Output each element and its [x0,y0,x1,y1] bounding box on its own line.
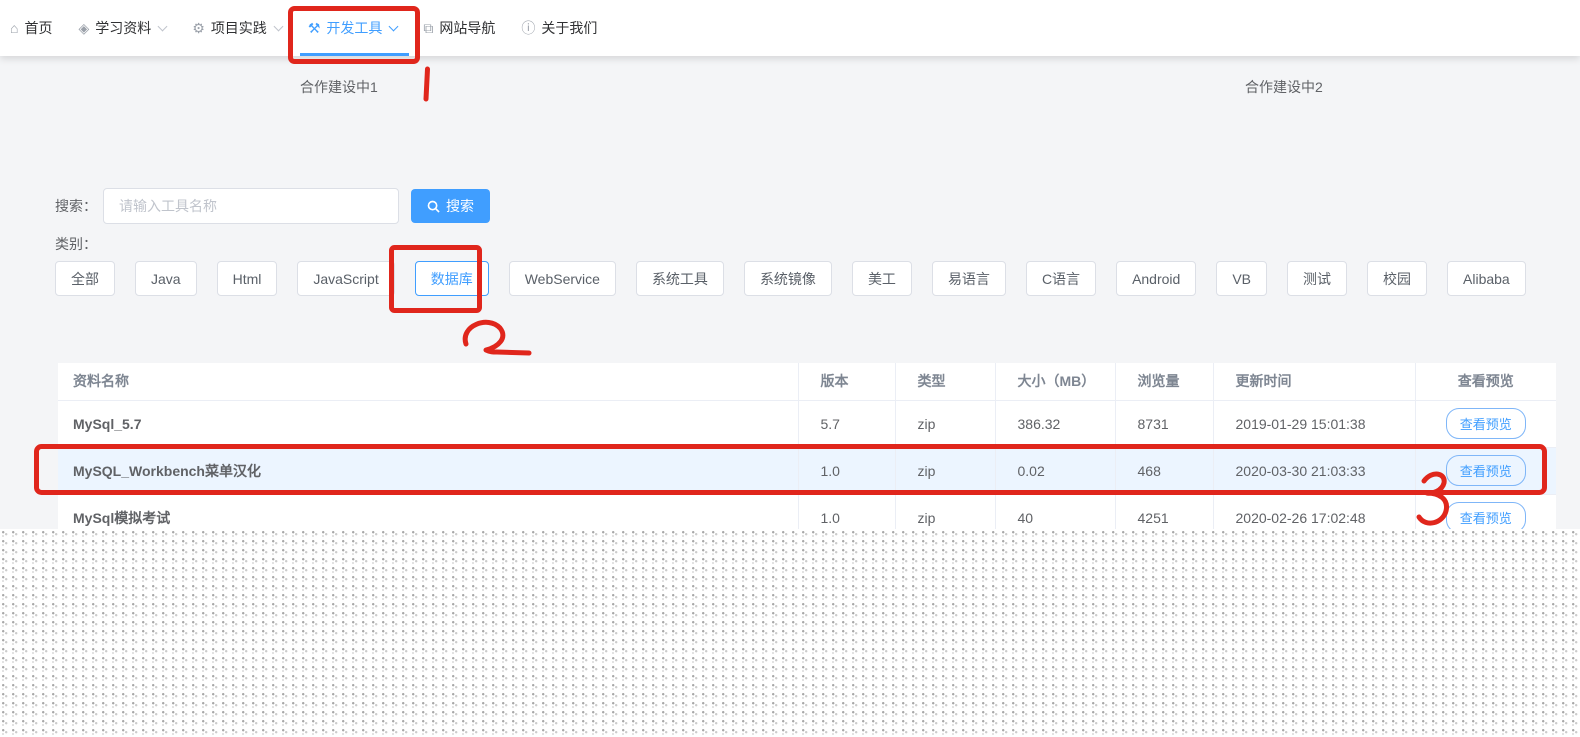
nav-item-label: 开发工具 [326,20,383,36]
chevron-down-icon [388,21,399,31]
category-button-java[interactable]: Java [135,261,197,296]
category-button-test[interactable]: 测试 [1287,261,1348,296]
table-row-highlighted[interactable]: MySQL_Workbench菜单汉化 1.0 zip 0.02 468 202… [58,447,1556,495]
nav-item-label: 首页 [24,20,53,36]
cell-size: 386.32 [995,400,1116,448]
cell-name: MySql_5.7 [58,400,799,448]
table-header-row: 资料名称 版本 类型 大小（MB） 浏览量 更新时间 查看预览 [58,363,1556,401]
category-button-database[interactable]: 数据库 [414,261,489,296]
cell-size: 40 [995,494,1116,529]
resources-table: 资料名称 版本 类型 大小（MB） 浏览量 更新时间 查看预览 MySql_5.… [58,363,1556,529]
search-button[interactable]: 搜索 [411,189,490,223]
home-icon: ⌂ [10,20,19,36]
transparent-canvas-pattern [0,529,1580,737]
search-label: 搜索： [55,198,97,214]
category-button-system-tools[interactable]: 系统工具 [635,261,724,296]
cell-type: zip [895,447,996,495]
category-label: 类别： [55,236,97,252]
about-icon: ⓘ [521,20,536,36]
col-header-type: 类型 [895,363,996,401]
cell-type: zip [895,494,996,529]
tools-icon: ⚒ [307,19,321,36]
search-bar: 搜索： 搜索 [55,188,490,224]
cell-views: 8731 [1115,400,1214,448]
category-button-vb[interactable]: VB [1216,261,1268,296]
col-header-name: 资料名称 [58,363,799,401]
category-button-webservice[interactable]: WebService [508,261,616,296]
banner-under-construction-1: 合作建设中1 [300,79,378,95]
webpage-screenshot: ⌂ 首页 ◈ 学习资料 ⚙ 项目实践 ⚒ 开发工具 ⧉ 网站导航 ⓘ 关于我们 … [0,0,1580,529]
nav-item-label: 项目实践 [210,20,267,36]
cell-updated: 2019-01-29 15:01:38 [1213,400,1416,448]
nav-item-dev-tools[interactable]: ⚒ 开发工具 [299,0,409,56]
cell-views: 468 [1115,447,1214,495]
col-header-updated: 更新时间 [1213,363,1416,401]
preview-button[interactable]: 查看预览 [1445,408,1526,439]
nav-item-about-us[interactable]: ⓘ 关于我们 [521,0,597,56]
cell-name: MySql模拟考试 [58,494,799,529]
col-header-views: 浏览量 [1115,363,1214,401]
nav-item-site-nav[interactable]: ⧉ 网站导航 [423,0,495,56]
category-button-alibaba[interactable]: Alibaba [1447,261,1526,296]
search-button-label: 搜索 [446,198,474,214]
nav-item-label: 学习资料 [95,20,152,36]
chevron-down-icon [273,21,284,31]
search-icon [427,200,440,213]
cell-version: 1.0 [798,447,896,495]
category-button-art[interactable]: 美工 [851,261,912,296]
preview-button[interactable]: 查看预览 [1445,502,1526,529]
cell-size: 0.02 [995,447,1116,495]
study-icon: ◈ [78,19,90,36]
nav-item-home[interactable]: ⌂ 首页 [10,0,52,56]
table-row[interactable]: MySql_5.7 5.7 zip 386.32 8731 2019-01-29… [58,400,1556,448]
table-row[interactable]: MySql模拟考试 1.0 zip 40 4251 2020-02-26 17:… [58,494,1556,529]
category-button-html[interactable]: Html [216,261,278,296]
cell-type: zip [895,400,996,448]
project-icon: ⚙ [192,19,205,36]
category-button-system-image[interactable]: 系统镜像 [743,261,832,296]
col-header-preview: 查看预览 [1415,363,1556,401]
category-button-c-language[interactable]: C语言 [1025,261,1097,296]
cell-updated: 2020-03-30 21:03:33 [1213,447,1416,495]
category-filter-row: 全部 Java Html JavaScript 数据库 WebService 系… [55,261,1526,296]
category-button-all[interactable]: 全部 [55,261,115,296]
sitenav-icon: ⧉ [423,19,434,36]
cell-updated: 2020-02-26 17:02:48 [1213,494,1416,529]
banner-under-construction-2: 合作建设中2 [1245,79,1323,95]
category-button-javascript[interactable]: JavaScript [297,261,395,296]
cell-version: 5.7 [798,400,896,448]
cell-name: MySQL_Workbench菜单汉化 [58,447,799,495]
category-button-android[interactable]: Android [1116,261,1197,296]
nav-item-project-practice[interactable]: ⚙ 项目实践 [192,0,284,56]
chevron-down-icon [157,21,168,31]
top-navbar: ⌂ 首页 ◈ 学习资料 ⚙ 项目实践 ⚒ 开发工具 ⧉ 网站导航 ⓘ 关于我们 [0,0,1580,56]
nav-item-label: 关于我们 [541,20,598,36]
cell-version: 1.0 [798,494,896,529]
cell-views: 4251 [1115,494,1214,529]
nav-item-label: 网站导航 [439,20,496,36]
preview-button[interactable]: 查看预览 [1445,455,1526,486]
category-button-yi-language[interactable]: 易语言 [931,261,1006,296]
category-button-campus[interactable]: 校园 [1367,261,1428,296]
nav-item-study-materials[interactable]: ◈ 学习资料 [78,0,168,56]
col-header-version: 版本 [798,363,896,401]
search-input[interactable] [103,188,399,224]
col-header-size: 大小（MB） [995,363,1116,401]
